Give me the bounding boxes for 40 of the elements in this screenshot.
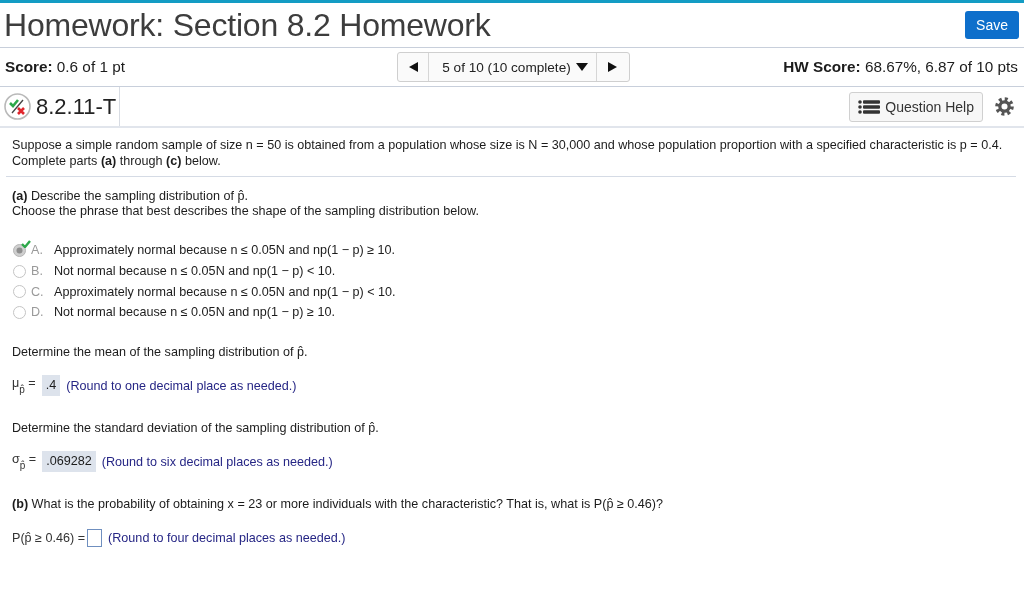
option-text[interactable]: Approximately normal because n ≤ 0.05N and np(1 − p) ≥ 10. (54, 243, 396, 258)
option-letter: C. (31, 284, 45, 299)
question-text: Determine the mean of the sampling distribution of p̂. (12, 344, 309, 360)
question-text: Choose the phrase that best describes the shape of the sampling distribution below. (12, 204, 480, 219)
question-text: (b) What is the probability of obtaining x = 23 or more individuals with the characteristic? That is, what is P(p̂ ≥ 0.46)? (12, 496, 665, 512)
option-text[interactable]: Approximately normal because n ≤ 0.05N and np(1 − p) < 10. (54, 284, 396, 299)
radio-button[interactable] (13, 264, 26, 278)
rounding-hint: (Round to six decimal places as needed.) (101, 454, 333, 469)
option-text[interactable]: Not normal because n ≤ 0.05N and np(1 − p) < 10. (54, 264, 336, 279)
rounding-hint: (Round to four decimal places as needed.) (108, 530, 346, 545)
hw-score-text: HW Score: 68.67%, 6.87 of 10 pts (783, 58, 1018, 76)
radio-button[interactable] (13, 305, 26, 319)
problem-statement: Complete parts (a) through (c) below. (12, 153, 222, 169)
answer-label: σ$_{p̂}$ = (12, 452, 37, 472)
answer-field[interactable] (87, 528, 103, 547)
list-icon (858, 99, 881, 114)
option-letter: A. (31, 243, 44, 258)
caret-icon (575, 63, 588, 71)
option-letter: B. (31, 264, 44, 279)
rounding-hint: (Round to one decimal place as needed.) (66, 378, 297, 393)
settings-icon[interactable] (995, 97, 1014, 116)
problem-statement: Suppose a simple random sample of size n = 50 is obtained from a population whose size is N = 30,000 and whose population proportion with a specified characteristic is p = 0.4. (12, 137, 1004, 153)
radio-button[interactable] (13, 243, 26, 257)
radio-button[interactable] (13, 285, 26, 299)
answer-label: P(p̂ ≥ 0.46) = (12, 530, 86, 545)
page-title: Homework: Section 8.2 Homework (4, 6, 491, 44)
save-button[interactable]: Save (965, 11, 1019, 39)
question-help-button[interactable]: Question Help (849, 91, 983, 122)
question-number: 8.2.11-T (36, 93, 118, 121)
score-text: Score: 0.6 of 1 pt (5, 58, 125, 76)
answer-field[interactable]: .069282 (42, 451, 96, 473)
question-text: (a) Describe the sampling distribution of p̂. (12, 189, 249, 204)
question-dropdown[interactable]: 5 of 10 (10 complete) (429, 53, 596, 81)
right-triangle-icon (608, 62, 618, 72)
option-text[interactable]: Not normal because n ≤ 0.05N and np(1 − p) ≥ 10. (54, 305, 335, 320)
question-text: Determine the standard deviation of the sampling distribution of p̂. (12, 420, 380, 436)
option-letter: D. (31, 305, 45, 320)
answer-field[interactable]: .4 (41, 375, 61, 397)
answer-label: μ$_{p̂}$ = (12, 376, 36, 396)
left-triangle-icon (408, 62, 418, 72)
